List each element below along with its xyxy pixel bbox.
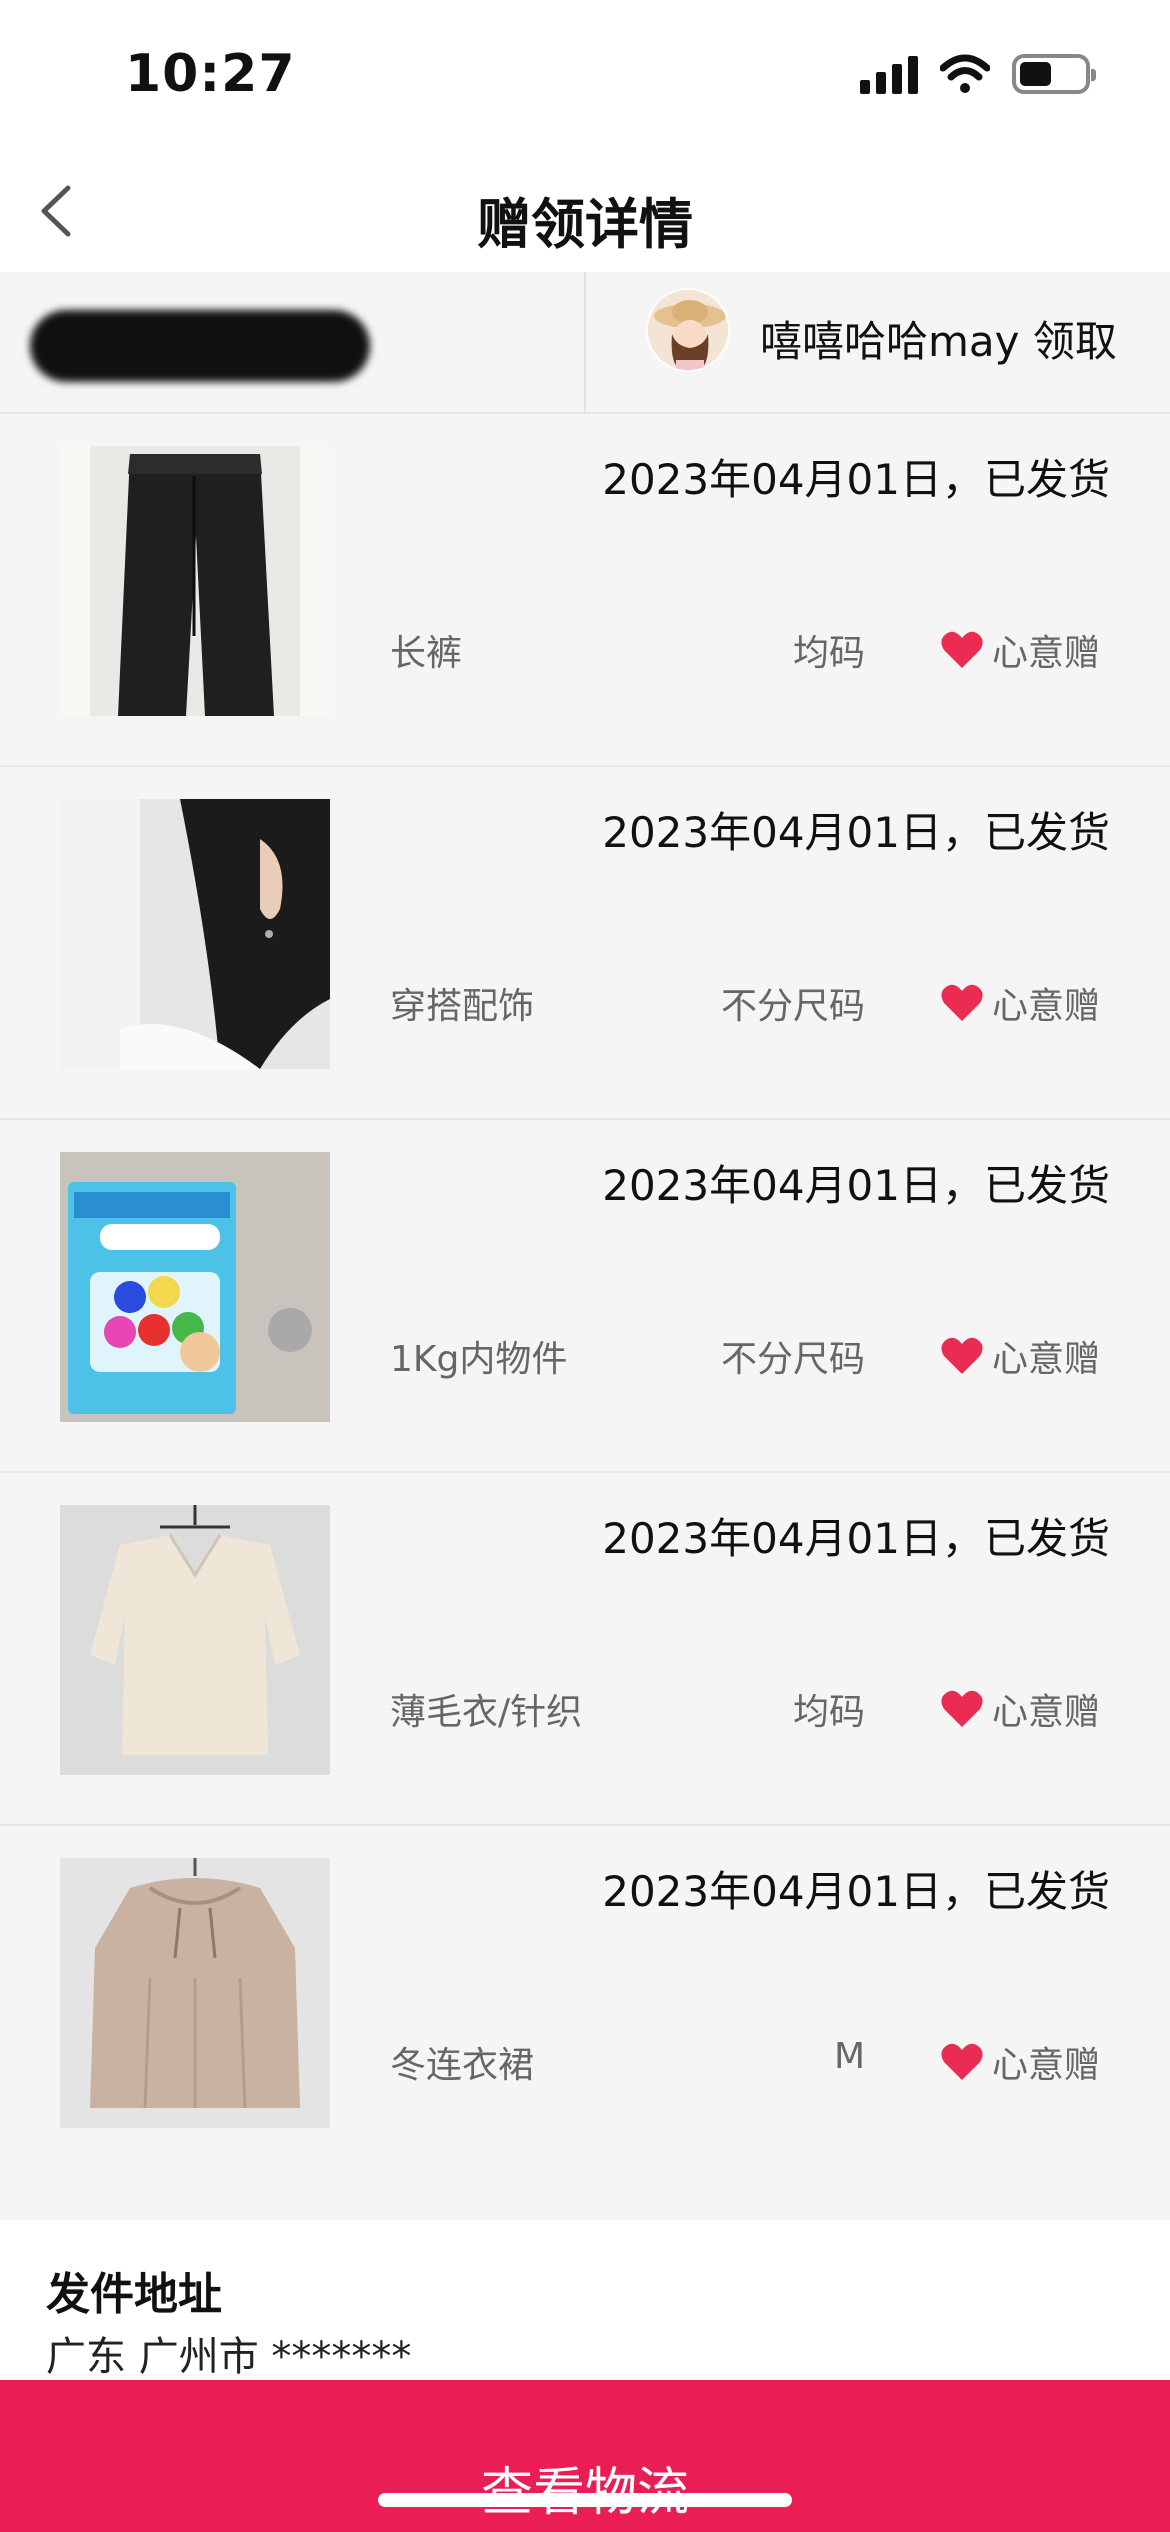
- gift-type-badge: 心意赠: [940, 624, 1100, 676]
- gift-item[interactable]: 2023年04月01日，已发货 长裤 均码 心意赠: [0, 414, 1170, 767]
- receiver-action: 领取: [1032, 317, 1117, 366]
- item-status: 2023年04月01日，已发货: [602, 1514, 1110, 1563]
- receiver-label: 嘻嘻哈哈may 领取: [760, 308, 1117, 369]
- giver-action: 出赠: [260, 320, 340, 366]
- item-status: 2023年04月01日，已发货: [602, 1161, 1110, 1210]
- gift-type-badge: 心意赠: [940, 977, 1100, 1029]
- status-icons: [860, 54, 1096, 94]
- battery-level: [1020, 62, 1051, 86]
- receiver-avatar[interactable]: [646, 288, 730, 372]
- view-logistics-button[interactable]: 查看物流: [0, 2380, 1170, 2532]
- item-thumbnail[interactable]: [60, 1858, 330, 2128]
- item-category: 1Kg内物件: [390, 1339, 568, 1380]
- home-indicator[interactable]: [378, 2493, 792, 2507]
- gift-item[interactable]: 2023年04月01日，已发货 冬连衣裙 M 心意赠: [0, 1826, 1170, 2179]
- item-size: 不分尺码: [720, 1339, 865, 1380]
- address-text: 广东 广州市 *******: [46, 2334, 412, 2380]
- address-title: 发件地址: [46, 2269, 222, 2320]
- item-size: 不分尺码: [720, 986, 865, 1027]
- cellular-signal-icon: [860, 54, 918, 94]
- gift-type-badge: 心意赠: [940, 1330, 1100, 1382]
- gift-type-badge: 心意赠: [940, 2036, 1100, 2088]
- gift-type-label: 心意赠: [991, 1692, 1100, 1733]
- item-category: 穿搭配饰: [390, 986, 535, 1027]
- item-size: 均码: [792, 633, 865, 674]
- gift-type-label: 心意赠: [991, 1339, 1100, 1380]
- item-category: 薄毛衣/针织: [390, 1692, 583, 1733]
- item-category: 冬连衣裙: [390, 2045, 535, 2086]
- item-size: M: [833, 2036, 865, 2077]
- item-status: 2023年04月01日，已发货: [602, 455, 1110, 504]
- item-status: 2023年04月01日，已发货: [602, 808, 1110, 857]
- sender-address-card: 发件地址 广东 广州市 *******: [0, 2220, 1170, 2380]
- gift-item[interactable]: 2023年04月01日，已发货 薄毛衣/针织 均码 心意赠: [0, 1473, 1170, 1826]
- item-thumbnail[interactable]: [60, 799, 330, 1069]
- heart-icon: [941, 984, 983, 1021]
- status-time: 10:27: [125, 44, 296, 104]
- gift-type-label: 心意赠: [991, 986, 1100, 1027]
- status-bar: 10:27: [0, 0, 1170, 150]
- gift-type-label: 心意赠: [991, 2045, 1100, 2086]
- item-status: 2023年04月01日，已发货: [602, 1867, 1110, 1916]
- heart-icon: [941, 1337, 983, 1374]
- heart-icon: [941, 631, 983, 668]
- gift-type-badge: 心意赠: [940, 1683, 1100, 1735]
- wifi-icon: [940, 54, 990, 93]
- heart-icon: [941, 1690, 983, 1727]
- item-category: 长裤: [390, 633, 463, 674]
- item-size: 均码: [792, 1692, 865, 1733]
- page-title: 赠领详情: [477, 193, 693, 256]
- item-thumbnail[interactable]: [60, 1152, 330, 1422]
- gift-item[interactable]: 2023年04月01日，已发货 穿搭配饰 不分尺码 心意赠: [0, 767, 1170, 1120]
- battery-icon: [1012, 54, 1096, 94]
- gift-item[interactable]: 2023年04月01日，已发货 1Kg内物件 不分尺码 心意赠: [0, 1120, 1170, 1473]
- gift-type-label: 心意赠: [991, 633, 1100, 674]
- giver-info[interactable]: 出赠: [0, 272, 586, 412]
- nav-bar: 赠领详情: [0, 150, 1170, 272]
- receiver-name: 嘻嘻哈哈may: [760, 317, 1020, 366]
- item-thumbnail[interactable]: [60, 446, 330, 716]
- heart-icon: [941, 2043, 983, 2080]
- item-thumbnail[interactable]: [60, 1505, 330, 1775]
